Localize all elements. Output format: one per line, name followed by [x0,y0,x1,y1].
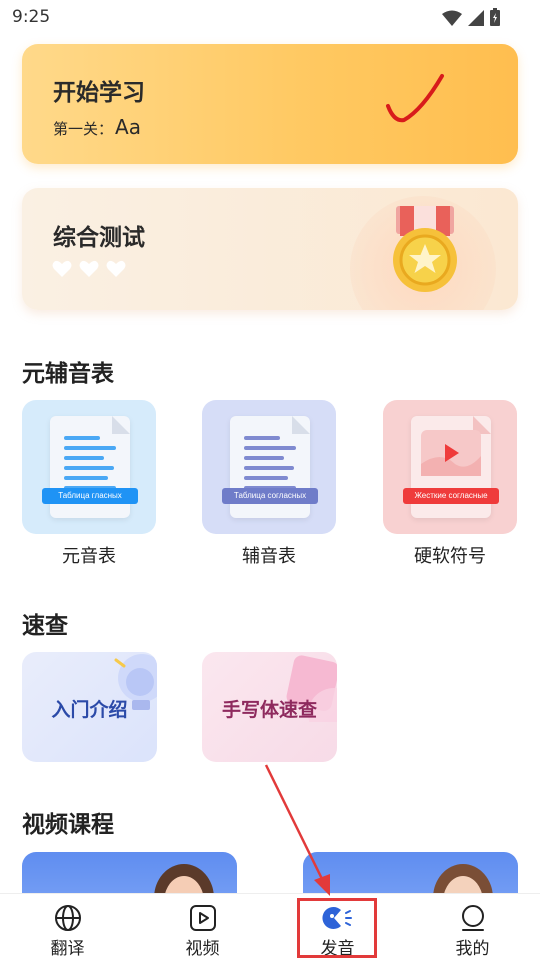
medal-icon [393,206,457,292]
test-title: 综合测试 [53,225,145,251]
globe-icon [54,905,81,931]
consonant-table-tag: Таблица согласных [222,488,318,504]
nav-profile-label: 我的 [455,939,490,959]
section-alphabet-title: 元辅音表 [22,361,114,387]
nav-video[interactable]: 视频 [135,894,270,960]
section-quick-lookup-title: 速查 [22,613,68,639]
nav-profile[interactable]: 我的 [405,894,540,960]
profile-icon [461,905,484,931]
hard-soft-sign-tag: Жесткие согласные [403,488,499,504]
nav-translate-label: 翻译 [50,939,85,959]
status-time: 9:25 [12,7,51,27]
vowel-table-tile[interactable]: Таблица гласных [22,400,156,534]
nav-translate[interactable]: 翻译 [0,894,135,960]
section-video-course-title: 视频课程 [22,812,114,838]
intro-tile[interactable]: 入门介绍 [22,652,157,762]
wifi-icon [442,10,462,26]
nav-video-label: 视频 [185,939,220,959]
consonant-table-label: 辅音表 [242,546,296,567]
vowel-table-label: 元音表 [62,546,116,567]
battery-icon [490,8,500,26]
start-level: 第一关： Aa [53,115,141,139]
bottom-navigation: 翻译 视频 发音 我的 [0,893,540,960]
handwriting-lookup-tile[interactable]: 手写体速查 [202,652,337,762]
vowel-table-tag: Таблица гласных [42,488,138,504]
annotation-highlight-box [297,898,377,958]
handwriting-lookup-label: 手写体速查 [221,699,317,721]
hard-soft-sign-tile[interactable]: Жесткие согласные [383,400,517,534]
heart-icon [52,260,72,277]
comprehensive-test-card[interactable]: 综合测试 [22,188,518,310]
signal-icon [468,10,484,26]
hearts [52,260,126,278]
play-icon [189,905,216,931]
start-learning-card[interactable]: 开始学习 第一关： Aa [22,44,518,164]
play-icon [421,430,481,476]
heart-icon [79,260,99,277]
start-learning-title: 开始学习 [53,80,145,106]
level-value: Aa [115,115,141,139]
hard-soft-sign-label: 硬软符号 [414,546,486,567]
level-label: 第一关： [53,120,114,138]
intro-label: 入门介绍 [51,699,128,721]
status-icons [442,8,500,26]
status-bar: 9:25 [0,0,540,34]
consonant-table-tile[interactable]: Таблица согласных [202,400,336,534]
check-mark-icon [386,74,444,123]
heart-icon [106,260,126,277]
